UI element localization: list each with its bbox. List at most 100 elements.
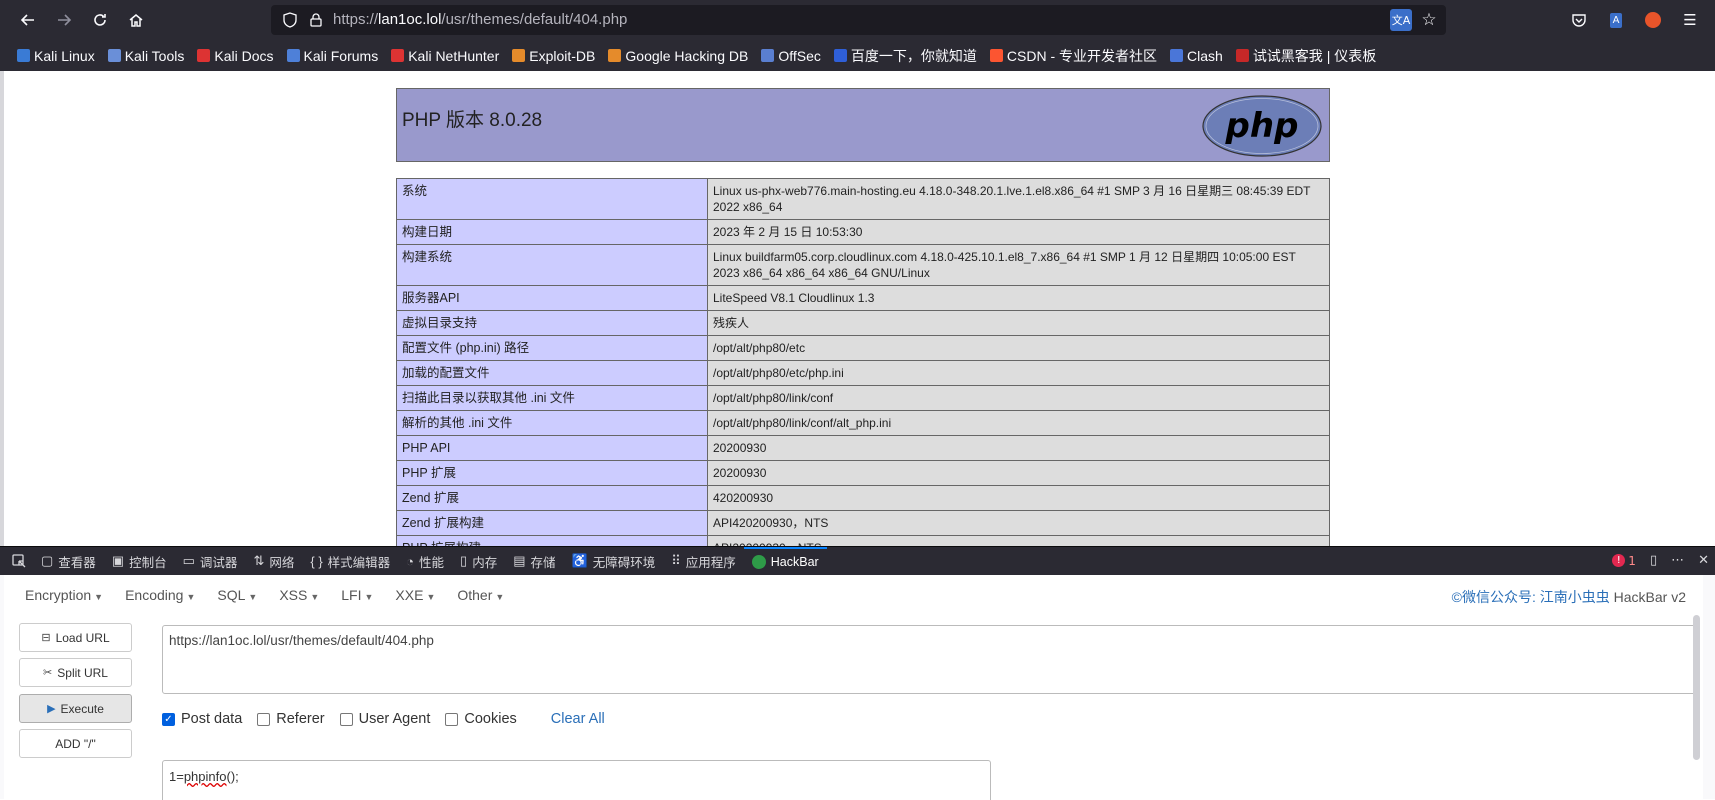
checkbox[interactable] [339, 712, 353, 726]
bookmark-item[interactable]: 试试黑客我 | 仪表板 [1235, 46, 1376, 66]
devtools-tab[interactable]: { } 样式编辑器 [302, 547, 398, 576]
devtools-tab[interactable]: ▣ 控制台 [104, 547, 175, 576]
hackbar-menu-item[interactable]: XXE ▼ [395, 587, 435, 603]
style-editor-icon: { } [310, 553, 323, 569]
hackbar-extension-icon[interactable] [1639, 6, 1667, 34]
devtools-tab[interactable]: ⇅ 网络 [245, 547, 302, 576]
devtools-tab[interactable]: ⠿ 应用程序 [663, 547, 744, 576]
option-label: Post data [181, 711, 243, 727]
table-row: PHP API 20200930 [396, 435, 1330, 461]
option-cookies[interactable]: Cookies [445, 711, 517, 727]
hackbar-menu-item[interactable]: Other ▼ [457, 587, 504, 603]
error-count-badge[interactable]: ! 1 [1612, 554, 1636, 568]
caret-down-icon: ▼ [94, 592, 104, 602]
hackbar-menu-item[interactable]: LFI ▼ [341, 587, 373, 603]
devtools-tab[interactable]: ▢ 查看器 [33, 547, 104, 576]
devtools-tabbar: ▢ 查看器 ▣ 控制台 ▭ 调试器 ⇅ 网络 { } 样式编辑器 ◔ 性能 ▯ 内存 ▤ 存储 ♿ 无障碍环境 ⠿ 应… [0, 546, 1715, 575]
bookmark-item[interactable]: Clash [1170, 48, 1223, 64]
hackbar-menu-item[interactable]: SQL ▼ [217, 587, 257, 603]
add-slash-button[interactable]: ADD "/" [19, 729, 132, 758]
post-data-textarea[interactable]: 1=phpinfo(); [162, 760, 991, 800]
reload-icon[interactable] [84, 4, 116, 36]
more-options-icon[interactable]: ⋯ [1671, 553, 1684, 568]
table-row: 系统 Linux us-phx-web776.main-hosting.eu 4.… [396, 178, 1330, 220]
devtools-tab-label: 控制台 [129, 555, 167, 570]
url-prefix: https:// [333, 11, 379, 28]
table-value: /opt/alt/php80/etc/php.ini [707, 360, 1330, 386]
bookmark-label: Exploit-DB [529, 47, 596, 64]
bookmark-label: Clash [1187, 47, 1223, 64]
table-key: 构建系统 [396, 244, 708, 286]
bookmark-favicon-icon [197, 49, 211, 62]
bookmark-item[interactable]: Kali Forums [286, 47, 379, 64]
option-user-agent[interactable]: User Agent [339, 711, 430, 727]
split-url-button[interactable]: ✂ Split URL [19, 658, 132, 687]
bookmark-item[interactable]: CSDN - 专业开发者社区 [989, 46, 1158, 66]
forward-arrow-icon[interactable] [48, 4, 80, 36]
devtools-tab[interactable]: ◔ 性能 [398, 547, 452, 576]
error-count: 1 [1628, 553, 1636, 568]
checkbox[interactable] [257, 712, 271, 726]
bookmark-label: Kali Docs [214, 47, 274, 64]
close-devtools-icon[interactable]: ✕ [1698, 553, 1709, 568]
hackbar-menu-label: LFI [341, 587, 362, 603]
bookmark-item[interactable]: 百度一下，你就知道 [833, 46, 977, 66]
checkbox[interactable]: ✓ [162, 712, 175, 726]
table-value: 20200930 [707, 435, 1330, 461]
hackbar-scrollbar[interactable] [1693, 615, 1700, 760]
hackbar-menu-item[interactable]: XSS ▼ [279, 587, 319, 603]
bookmark-favicon-icon [833, 49, 847, 62]
pocket-icon[interactable] [1565, 6, 1593, 34]
bookmark-item[interactable]: Kali Linux [17, 48, 95, 64]
application-icon: ⠿ [671, 553, 681, 568]
option-label: Referer [276, 711, 325, 727]
hackbar-credit: ©微信公众号: 江南小虫虫 HackBar v2 [1452, 587, 1686, 607]
table-row: 配置文件 (php.ini) 路径/opt/alt/php80/etc [396, 335, 1330, 361]
tracking-shield-icon[interactable] [279, 9, 301, 31]
lock-icon[interactable] [305, 9, 327, 31]
hackbar-menu-label: XXE [395, 587, 424, 603]
url-bar[interactable]: https://lan1oc.lol/usr/themes/default/40… [271, 5, 1446, 35]
execute-button[interactable]: ▶ Execute [19, 694, 132, 723]
clear-all-link[interactable]: Clear All [551, 711, 605, 727]
table-row: 构建日期 2023 年 2 月 15 日 10:53:30 [396, 219, 1330, 245]
dock-side-icon[interactable]: ▯ [1650, 553, 1657, 568]
bookmark-item[interactable]: Exploit-DB [512, 48, 595, 64]
table-value: LiteSpeed V8.1 Cloudlinux 1.3 [707, 285, 1330, 311]
home-icon[interactable] [120, 4, 152, 36]
load-url-button[interactable]: ⊟ Load URL [19, 623, 132, 652]
devtools-tab[interactable]: ♿ 无障碍环境 [564, 547, 664, 576]
devtools-tab[interactable]: HackBar [743, 546, 827, 576]
bookmark-label: Kali Forums [303, 47, 379, 64]
bookmark-star-icon[interactable]: ☆ [1418, 9, 1440, 31]
element-picker-icon[interactable] [0, 547, 33, 576]
url-text[interactable]: https://lan1oc.lol/usr/themes/default/40… [333, 11, 627, 28]
hackbar-url-textarea[interactable]: https://lan1oc.lol/usr/themes/default/40… [162, 625, 1698, 694]
translate-icon[interactable]: 文A [1390, 9, 1412, 31]
back-arrow-icon[interactable] [12, 4, 44, 36]
hackbar-menu-item[interactable]: Encryption ▼ [25, 587, 103, 603]
hackbar-menu-item[interactable]: Encoding ▼ [125, 587, 195, 603]
translate-extension-icon[interactable]: A [1602, 6, 1630, 34]
bookmark-item[interactable]: Kali Docs [197, 47, 274, 64]
bookmark-item[interactable]: Kali Tools [107, 48, 184, 64]
bookmark-label: CSDN - 专业开发者社区 [1006, 47, 1158, 64]
menu-hamburger-icon[interactable]: ☰ [1676, 6, 1704, 34]
devtools-tab[interactable]: ▯ 内存 [452, 547, 505, 576]
option-post-data[interactable]: ✓ Post data [162, 711, 242, 727]
table-key: 扫描此目录以获取其他 .ini 文件 [396, 385, 708, 411]
bookmark-item[interactable]: Google Hacking DB [608, 48, 748, 64]
devtools-tab[interactable]: ▭ 调试器 [175, 547, 246, 576]
bookmark-favicon-icon [989, 49, 1003, 62]
bookmark-item[interactable]: Kali NetHunter [391, 48, 499, 64]
bookmark-item[interactable]: OffSec [761, 48, 821, 64]
checkbox[interactable] [445, 712, 459, 726]
bookmark-favicon-icon [286, 49, 300, 62]
devtools-tab[interactable]: ▤ 存储 [505, 547, 563, 576]
table-key: PHP 扩展 [396, 460, 708, 486]
load-url-icon: ⊟ [41, 632, 51, 644]
phpinfo-table: 系统 Linux us-phx-web776.main-hosting.eu 4.… [396, 178, 1330, 546]
post-data-suffix: (); [226, 769, 239, 784]
table-value: API420200930，NTS [707, 510, 1330, 536]
option-referer[interactable]: Referer [257, 711, 325, 727]
